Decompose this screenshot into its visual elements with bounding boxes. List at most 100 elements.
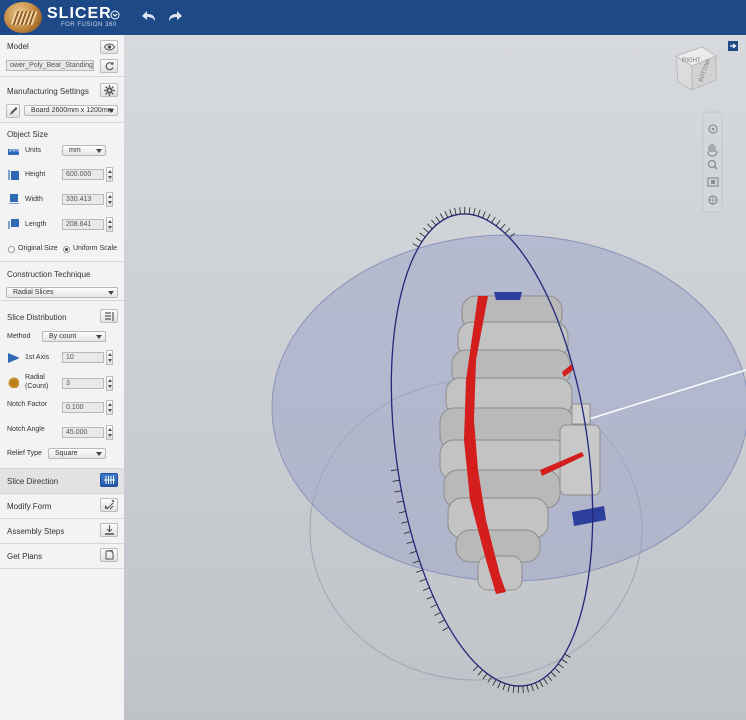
ring-tick — [459, 207, 461, 215]
height-stepper[interactable] — [106, 167, 113, 182]
assembly-steps-icon — [105, 525, 114, 535]
first-axis-input[interactable]: 10 — [62, 352, 104, 363]
width-stepper[interactable] — [106, 192, 113, 207]
ring-tick — [550, 671, 557, 678]
ring-tick — [477, 669, 483, 676]
brand-subtitle: FOR FUSION 360 — [61, 22, 117, 28]
notch-factor-input[interactable]: 0.100 — [62, 402, 104, 413]
ring-tick — [431, 219, 437, 226]
ring-tick — [415, 237, 423, 243]
view-cube[interactable]: RIGHT BOTTOM — [675, 46, 717, 91]
nav-slice-direction[interactable]: Slice Direction — [0, 469, 124, 494]
pencil-icon — [10, 107, 18, 115]
edit-board-button[interactable] — [6, 104, 20, 118]
method-select[interactable]: By count — [42, 331, 106, 342]
ring-tick — [546, 675, 553, 681]
method-value: By count — [49, 333, 77, 340]
model-title: Model — [7, 42, 29, 51]
ring-tick — [454, 207, 457, 215]
modify-form-button[interactable] — [100, 498, 118, 512]
ring-tick — [482, 211, 486, 219]
nav-modify-form[interactable]: Modify Form — [0, 494, 124, 519]
width-input[interactable]: 330.413 — [62, 194, 104, 205]
ring-tick — [419, 232, 426, 238]
height-input[interactable]: 600.000 — [62, 169, 104, 180]
nav-get-plans-label: Get Plans — [7, 552, 43, 561]
ring-tick — [430, 604, 438, 608]
ring-tick — [412, 243, 419, 248]
ring-tick — [482, 673, 488, 680]
relief-type-select[interactable]: Square — [48, 448, 106, 459]
model-section: Model ower_Poly_Bear_Standing.s — [0, 35, 124, 77]
radial-label: Radial — [25, 374, 45, 381]
app-menu-button[interactable] — [110, 10, 120, 20]
scene-canvas[interactable]: RIGHT BOTTOM — [124, 35, 746, 720]
nav-get-plans[interactable]: Get Plans — [0, 544, 124, 569]
original-size-radio[interactable] — [8, 246, 15, 253]
redo-button[interactable] — [167, 9, 183, 23]
nav-toolbar — [702, 111, 723, 213]
chevron-down-icon — [96, 149, 102, 153]
notch-angle-stepper[interactable] — [106, 425, 113, 440]
brand-title: SLICER — [47, 5, 112, 22]
get-plans-button[interactable] — [100, 548, 118, 562]
method-label: Method — [7, 333, 31, 340]
expand-panel-button[interactable] — [728, 41, 738, 51]
radial-count-label: (Count) — [25, 383, 49, 390]
board-select-value: Board 2600mm x 1200mm — [31, 107, 114, 114]
manufacturing-settings-button[interactable] — [100, 83, 118, 97]
ring-tick — [500, 223, 506, 230]
radial-stepper[interactable] — [106, 376, 113, 391]
ring-tick — [497, 681, 502, 689]
ring-tick — [535, 682, 539, 690]
eye-icon — [104, 43, 115, 51]
nav-assembly-steps[interactable]: Assembly Steps — [0, 519, 124, 544]
first-axis-stepper[interactable] — [106, 350, 113, 365]
board-select[interactable]: Board 2600mm x 1200mm — [24, 105, 118, 116]
ring-tick — [543, 678, 548, 685]
object-size-section: Object Size Units mm Height 600.000 Widt… — [0, 123, 124, 262]
height-icon — [8, 170, 19, 180]
first-axis-label: 1st Axis — [25, 354, 50, 361]
visibility-button[interactable] — [100, 40, 118, 54]
ring-tick — [502, 683, 506, 691]
refresh-button[interactable] — [100, 59, 118, 73]
arrow-right-icon — [730, 43, 737, 49]
ruler-icon — [8, 149, 19, 155]
ring-tick — [423, 227, 429, 233]
nav-modify-form-label: Modify Form — [7, 502, 52, 511]
ring-tick — [419, 578, 427, 582]
undo-button[interactable] — [141, 9, 157, 23]
slice-direction-button[interactable] — [100, 473, 118, 487]
look-at-icon[interactable] — [708, 195, 718, 205]
chevron-down-icon — [96, 335, 102, 339]
nav-assembly-steps-label: Assembly Steps — [7, 527, 65, 536]
uniform-scale-radio[interactable] — [63, 246, 70, 253]
construction-section: Construction Technique Radial Slices — [0, 262, 124, 301]
height-label: Height — [25, 171, 46, 178]
radial-input[interactable]: 3 — [62, 378, 104, 389]
length-input[interactable]: 208.641 — [62, 219, 104, 230]
construction-value: Radial Slices — [13, 289, 54, 296]
assembly-steps-button[interactable] — [100, 523, 118, 537]
slicer-logo — [4, 2, 42, 33]
3d-viewport[interactable]: RIGHT BOTTOM — [124, 35, 746, 720]
ring-tick — [492, 679, 497, 686]
model-file-field[interactable]: ower_Poly_Bear_Standing.s — [6, 60, 94, 71]
slice-distribution-section: Slice Distribution Method By count 1st A… — [0, 301, 124, 469]
chevron-down-icon — [108, 291, 114, 295]
manufacturing-title: Manufacturing Settings — [7, 87, 89, 96]
object-size-title: Object Size — [7, 130, 48, 139]
viewcube-right-label: RIGHT — [682, 58, 701, 64]
width-icon — [9, 194, 19, 204]
ring-tick — [557, 663, 564, 669]
units-select[interactable]: mm — [62, 145, 106, 156]
length-stepper[interactable] — [106, 217, 113, 232]
list-icon — [105, 312, 114, 321]
slice-distribution-button[interactable] — [100, 309, 118, 323]
notch-factor-stepper[interactable] — [106, 400, 113, 415]
length-icon — [8, 219, 19, 229]
notch-angle-input[interactable]: 45.000 — [62, 427, 104, 438]
construction-select[interactable]: Radial Slices — [6, 287, 118, 298]
ring-tick — [495, 219, 501, 227]
